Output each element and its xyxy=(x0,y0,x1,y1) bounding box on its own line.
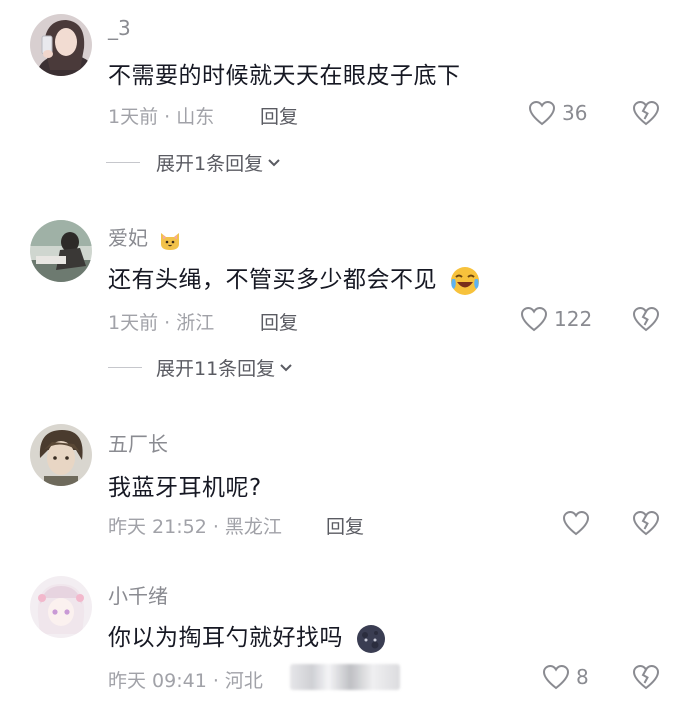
dislike-button[interactable] xyxy=(632,510,660,540)
comment-text: 我蓝牙耳机呢? xyxy=(108,475,262,501)
expand-label: 展开11条回复 xyxy=(156,358,276,380)
comment-item: 小千绪 你以为掏耳勺就好找吗 昨天 09:41 · 河北 8 xyxy=(0,570,690,701)
cat-face-icon xyxy=(161,232,180,250)
heart-icon xyxy=(562,510,590,536)
like-button[interactable] xyxy=(562,510,590,536)
dislike-button[interactable] xyxy=(632,306,660,336)
username[interactable]: 五厂长 xyxy=(108,428,168,457)
like-count: 122 xyxy=(554,307,593,331)
obscured-content xyxy=(290,664,400,690)
comment-time-location: 昨天 09:41 · 河北 xyxy=(108,670,263,692)
divider xyxy=(106,162,140,163)
comment-time-location: 1天前 · 山东 xyxy=(108,106,215,128)
expand-replies-button[interactable]: 展开1条回复 xyxy=(106,149,281,176)
comment-text: 不需要的时候就天天在眼皮子底下 xyxy=(108,63,461,89)
comment-item: 爱妃 还有头绳，不管买多少都会不见 1天前 · 浙江 回复 122 展开11条回… xyxy=(0,208,690,398)
broken-heart-icon xyxy=(632,510,660,536)
avatar-woman-selfie-icon xyxy=(30,14,92,76)
broken-heart-icon xyxy=(632,664,660,690)
comment-text-body: 你以为掏耳勺就好找吗 xyxy=(108,625,343,651)
username[interactable]: 小千绪 xyxy=(108,580,168,609)
comment-text: 还有头绳，不管买多少都会不见 xyxy=(108,260,481,297)
divider xyxy=(108,367,142,368)
like-button[interactable]: 8 xyxy=(542,664,589,690)
like-count: 8 xyxy=(576,665,589,689)
avatar[interactable] xyxy=(30,576,92,638)
expand-label: 展开1条回复 xyxy=(156,153,264,175)
like-button[interactable]: 122 xyxy=(520,306,592,332)
like-button[interactable]: 36 xyxy=(528,100,587,126)
comment-time-location: 昨天 21:52 · 黑龙江 xyxy=(108,516,282,538)
avatar-anime-girl-icon xyxy=(30,576,92,638)
chevron-down-icon xyxy=(280,363,292,371)
reply-button[interactable]: 回复 xyxy=(260,308,298,335)
username-text: 爱妃 xyxy=(108,226,148,250)
heart-icon xyxy=(542,664,570,690)
comment-text: 你以为掏耳勺就好找吗 xyxy=(108,618,387,655)
dark-moon-face-emoji-icon xyxy=(356,624,385,653)
username[interactable]: 爱妃 xyxy=(108,222,182,252)
laughing-crying-emoji-icon xyxy=(450,266,479,295)
chevron-down-icon xyxy=(268,158,280,166)
dislike-button[interactable] xyxy=(632,664,660,694)
dislike-button[interactable] xyxy=(632,100,660,130)
comment-item: _3 不需要的时候就天天在眼皮子底下 1天前 · 山东 回复 36 展开1条回复 xyxy=(0,0,690,200)
comment-item: 五厂长 我蓝牙耳机呢? 昨天 21:52 · 黑龙江 回复 xyxy=(0,414,690,564)
comment-time-location: 1天前 · 浙江 xyxy=(108,312,215,334)
avatar[interactable] xyxy=(30,220,92,282)
heart-icon xyxy=(520,306,548,332)
comment-text-body: 还有头绳，不管买多少都会不见 xyxy=(108,267,437,293)
avatar-anime-man-icon xyxy=(30,424,92,486)
reply-button[interactable]: 回复 xyxy=(260,102,298,129)
avatar[interactable] xyxy=(30,14,92,76)
broken-heart-icon xyxy=(632,306,660,332)
avatar-person-outdoor-icon xyxy=(30,220,92,282)
broken-heart-icon xyxy=(632,100,660,126)
reply-button[interactable]: 回复 xyxy=(326,512,364,539)
expand-replies-button[interactable]: 展开11条回复 xyxy=(108,354,293,381)
like-count: 36 xyxy=(562,101,588,125)
heart-icon xyxy=(528,100,556,126)
avatar[interactable] xyxy=(30,424,92,486)
username[interactable]: _3 xyxy=(108,16,131,40)
